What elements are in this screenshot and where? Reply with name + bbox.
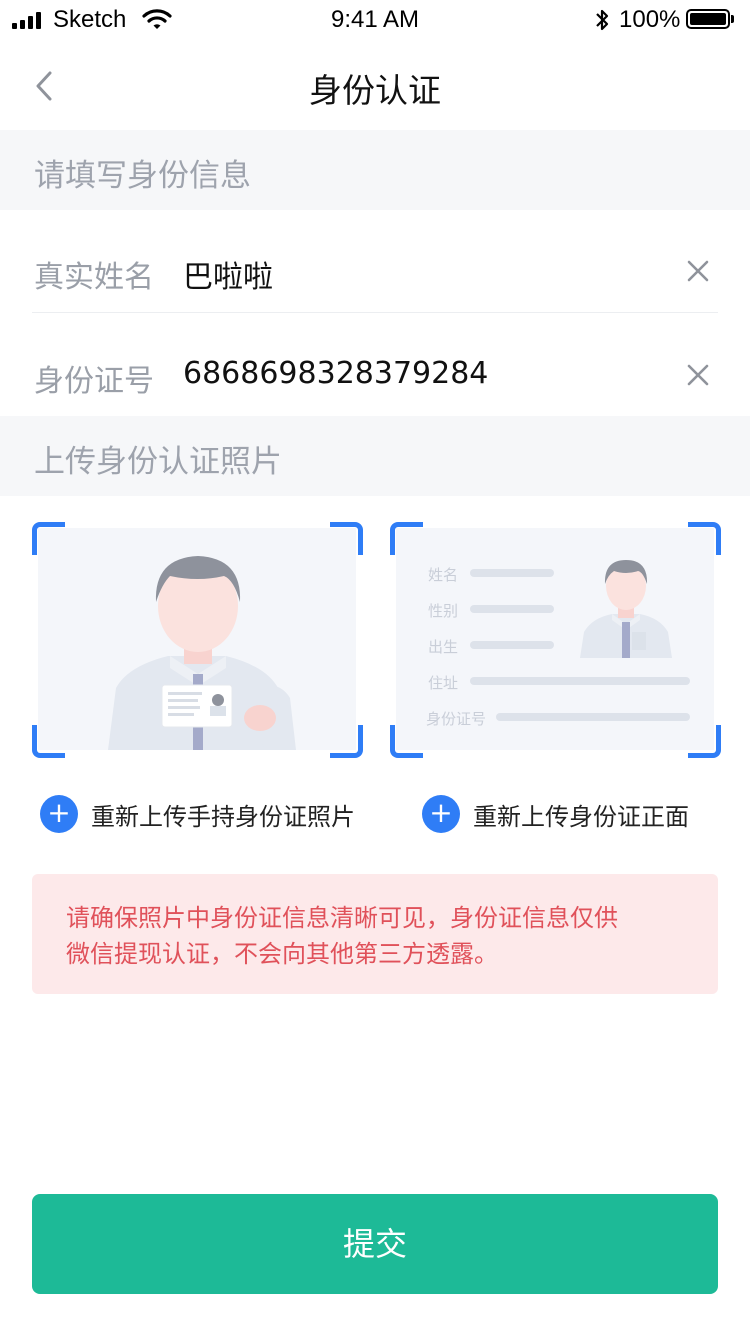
status-bar: Sketch 9:41 AM 100% bbox=[0, 0, 750, 40]
id-number-input[interactable]: 6868698328379284 bbox=[183, 356, 488, 391]
frame-corner-top-right bbox=[688, 522, 721, 555]
plus-circle-icon: + bbox=[40, 795, 78, 833]
divider bbox=[32, 312, 718, 313]
frame-corner-bottom-left bbox=[390, 725, 423, 758]
notice-line-1: 请确保照片中身份证信息清晰可见，身份证信息仅供 bbox=[66, 904, 618, 932]
id-field-label: 性别 bbox=[428, 602, 459, 620]
section-title-identity: 请填写身份信息 bbox=[34, 158, 251, 194]
id-number-label: 身份证号 bbox=[34, 364, 154, 399]
section-header-identity: 请填写身份信息 bbox=[0, 130, 750, 210]
id-field-bar bbox=[470, 641, 554, 649]
plus-circle-icon: + bbox=[422, 795, 460, 833]
frame-corner-top-right bbox=[330, 522, 363, 555]
id-field-bar bbox=[470, 677, 690, 685]
id-field-label: 姓名 bbox=[428, 566, 459, 584]
reupload-handheld-button[interactable]: + 重新上传手持身份证照片 bbox=[40, 795, 355, 833]
battery-tip bbox=[731, 15, 734, 23]
battery-percent: 100% bbox=[619, 6, 681, 33]
id-portrait-illustration bbox=[580, 560, 672, 658]
frame-corner-bottom-right bbox=[330, 725, 363, 758]
frame-corner-bottom-left bbox=[32, 725, 65, 758]
page-title: 身份认证 bbox=[309, 71, 441, 110]
frame-corner-bottom-right bbox=[688, 725, 721, 758]
clear-id-number-icon[interactable] bbox=[685, 362, 711, 388]
name-input[interactable]: 巴啦啦 bbox=[183, 252, 273, 296]
person-holding-id-illustration bbox=[108, 556, 296, 750]
id-field-label: 身份证号 bbox=[426, 710, 487, 728]
reupload-id-front-button[interactable]: + 重新上传身份证正面 bbox=[422, 795, 689, 833]
privacy-notice: 请确保照片中身份证信息清晰可见，身份证信息仅供 微信提现认证，不会向其他第三方透… bbox=[32, 874, 718, 994]
id-field-label: 住址 bbox=[428, 674, 459, 692]
submit-button[interactable]: 提交 bbox=[32, 1194, 718, 1294]
reupload-id-front-label: 重新上传身份证正面 bbox=[473, 802, 689, 831]
clear-name-icon[interactable] bbox=[685, 258, 711, 284]
id-field-bar bbox=[496, 713, 690, 721]
id-field-bar bbox=[470, 569, 554, 577]
id-field-label: 出生 bbox=[428, 638, 459, 656]
frame-corner-top-left bbox=[32, 522, 65, 555]
section-title-photos: 上传身份认证照片 bbox=[34, 444, 282, 480]
frame-corner-top-left bbox=[390, 522, 423, 555]
section-header-photos: 上传身份认证照片 bbox=[0, 416, 750, 496]
name-label: 真实姓名 bbox=[34, 260, 154, 295]
id-field-bar bbox=[470, 605, 554, 613]
id-front-photo-card[interactable]: 姓名 性别 出生 住址 身份证号 bbox=[396, 528, 714, 750]
reupload-handheld-label: 重新上传手持身份证照片 bbox=[91, 802, 355, 831]
battery-icon bbox=[686, 9, 730, 29]
handheld-photo-card[interactable] bbox=[38, 528, 356, 750]
bluetooth-icon bbox=[596, 9, 609, 31]
notice-line-2: 微信提现认证，不会向其他第三方透露。 bbox=[66, 940, 498, 968]
